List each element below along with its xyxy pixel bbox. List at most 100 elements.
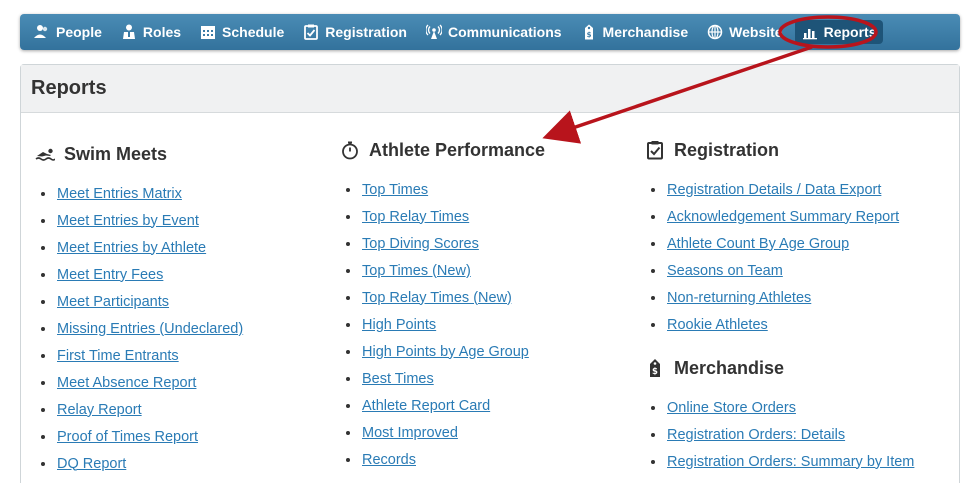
list-item: Top Diving Scores xyxy=(345,230,545,257)
swim-meets-section: Swim Meets Meet Entries Matrix Meet Entri… xyxy=(35,142,243,477)
merchandise-links: Online Store Orders Registration Orders: … xyxy=(645,394,914,475)
price-tag-icon: $ xyxy=(650,359,660,377)
list-item: Athlete Report Card xyxy=(345,392,545,419)
nav-label: Reports xyxy=(823,24,877,40)
athlete-performance-links: Top Times Top Relay Times Top Diving Score… xyxy=(340,176,545,473)
list-item: Registration Orders: Details xyxy=(650,421,914,448)
report-link[interactable]: Seasons on Team xyxy=(667,263,783,279)
nav-website[interactable]: Website xyxy=(707,24,783,40)
nav-merchandise[interactable]: $ Merchandise xyxy=(581,24,689,40)
list-item: Meet Participants xyxy=(40,288,243,315)
report-link[interactable]: Proof of Times Report xyxy=(57,429,198,445)
report-link[interactable]: Meet Entries Matrix xyxy=(57,186,182,202)
section-title: Registration xyxy=(674,139,780,160)
report-link[interactable]: Meet Absence Report xyxy=(57,375,196,391)
nav-communications[interactable]: Communications xyxy=(425,24,562,40)
report-link[interactable]: Top Relay Times xyxy=(362,209,469,225)
nav-label: Schedule xyxy=(222,24,285,40)
list-item: Meet Absence Report xyxy=(40,369,243,396)
section-header: Swim Meets xyxy=(35,142,243,166)
report-link[interactable]: High Points by Age Group xyxy=(362,344,529,360)
panel-header: Reports xyxy=(21,65,959,113)
list-item: First Time Entrants xyxy=(40,342,243,369)
list-item: Top Relay Times (New) xyxy=(345,284,545,311)
list-item: Best Times xyxy=(345,365,545,392)
calendar-icon xyxy=(201,26,216,39)
report-link[interactable]: Rookie Athletes xyxy=(667,317,768,333)
report-link[interactable]: Registration Orders: Summary by Item xyxy=(667,454,914,470)
list-item: Meet Entries by Event xyxy=(40,207,243,234)
report-link[interactable]: Records xyxy=(362,452,416,468)
section-header: Registration xyxy=(645,138,899,162)
report-link[interactable]: Athlete Count By Age Group xyxy=(667,236,849,252)
nav-people[interactable]: People xyxy=(34,24,102,40)
page-title: Reports xyxy=(31,77,107,99)
report-link[interactable]: Online Store Orders xyxy=(667,400,796,416)
report-link[interactable]: Meet Entries by Athlete xyxy=(57,240,206,256)
report-link[interactable]: Top Diving Scores xyxy=(362,236,479,252)
registration-links: Registration Details / Data Export Acknow… xyxy=(645,176,899,338)
clipboard-check-icon xyxy=(304,24,319,40)
list-item: Seasons on Team xyxy=(650,257,899,284)
report-link[interactable]: Most Improved xyxy=(362,425,458,441)
list-item: Online Store Orders xyxy=(650,394,914,421)
reports-panel: Reports Swim Meets Meet Entries Matrix Me… xyxy=(20,64,960,483)
list-item: Top Times (New) xyxy=(345,257,545,284)
price-tag-icon: $ xyxy=(584,24,593,40)
section-header: Athlete Performance xyxy=(340,138,545,162)
report-link[interactable]: Missing Entries (Undeclared) xyxy=(57,321,243,337)
list-item: Top Times xyxy=(345,176,545,203)
athlete-performance-section: Athlete Performance Top Times Top Relay T… xyxy=(340,138,545,473)
list-item: Meet Entry Fees xyxy=(40,261,243,288)
report-link[interactable]: Athlete Report Card xyxy=(362,398,490,414)
list-item: Records xyxy=(345,446,545,473)
roles-icon xyxy=(122,24,135,39)
list-item: Non-returning Athletes xyxy=(650,284,899,311)
section-title: Merchandise xyxy=(674,357,785,378)
nav-label: Merchandise xyxy=(602,24,689,40)
nav-label: People xyxy=(56,24,102,40)
section-title: Athlete Performance xyxy=(369,139,546,160)
report-link[interactable]: DQ Report xyxy=(57,456,126,472)
nav-schedule[interactable]: Schedule xyxy=(200,24,284,40)
report-link[interactable]: Top Relay Times (New) xyxy=(362,290,512,306)
report-link[interactable]: Top Times xyxy=(362,182,428,198)
stopwatch-icon xyxy=(342,141,358,160)
section-title: Swim Meets xyxy=(64,143,168,164)
report-link[interactable]: First Time Entrants xyxy=(57,348,179,364)
report-link[interactable]: Meet Entries by Event xyxy=(57,213,199,229)
list-item: Most Improved xyxy=(345,419,545,446)
clipboard-check-icon xyxy=(647,141,663,160)
nav-registration[interactable]: Registration xyxy=(303,24,407,40)
report-link[interactable]: Non-returning Athletes xyxy=(667,290,811,306)
nav-roles[interactable]: Roles xyxy=(121,24,181,40)
report-link[interactable]: Acknowledgement Summary Report xyxy=(667,209,899,225)
svg-text:$: $ xyxy=(652,367,658,377)
list-item: Meet Entries by Athlete xyxy=(40,234,243,261)
list-item: Top Relay Times xyxy=(345,203,545,230)
swimmer-icon xyxy=(35,148,55,161)
report-link[interactable]: Registration Orders: Details xyxy=(667,427,845,443)
registration-section: Registration Registration Details / Data… xyxy=(645,138,899,338)
svg-text:$: $ xyxy=(586,31,591,39)
report-link[interactable]: Best Times xyxy=(362,371,434,387)
nav-label: Roles xyxy=(142,24,182,40)
list-item: Acknowledgement Summary Report xyxy=(650,203,899,230)
nav-label: Website xyxy=(729,24,783,40)
report-link[interactable]: Top Times (New) xyxy=(362,263,471,279)
globe-icon xyxy=(707,24,723,40)
nav-reports[interactable]: Reports xyxy=(794,20,884,44)
list-item: Rookie Athletes xyxy=(650,311,899,338)
report-link[interactable]: Meet Entry Fees xyxy=(57,267,163,283)
report-link[interactable]: Meet Participants xyxy=(57,294,169,310)
nav-label: Communications xyxy=(447,24,562,40)
main-nav: People Roles Schedule Registration Commu… xyxy=(20,14,960,50)
list-item: Proof of Times Report xyxy=(40,423,243,450)
report-link[interactable]: Registration Details / Data Export xyxy=(667,182,881,198)
bar-chart-icon xyxy=(802,29,817,40)
report-link[interactable]: Relay Report xyxy=(57,402,142,418)
list-item: Meet Entries Matrix xyxy=(40,180,243,207)
report-link[interactable]: High Points xyxy=(362,317,436,333)
broadcast-icon xyxy=(425,24,442,39)
people-icon xyxy=(34,25,48,38)
